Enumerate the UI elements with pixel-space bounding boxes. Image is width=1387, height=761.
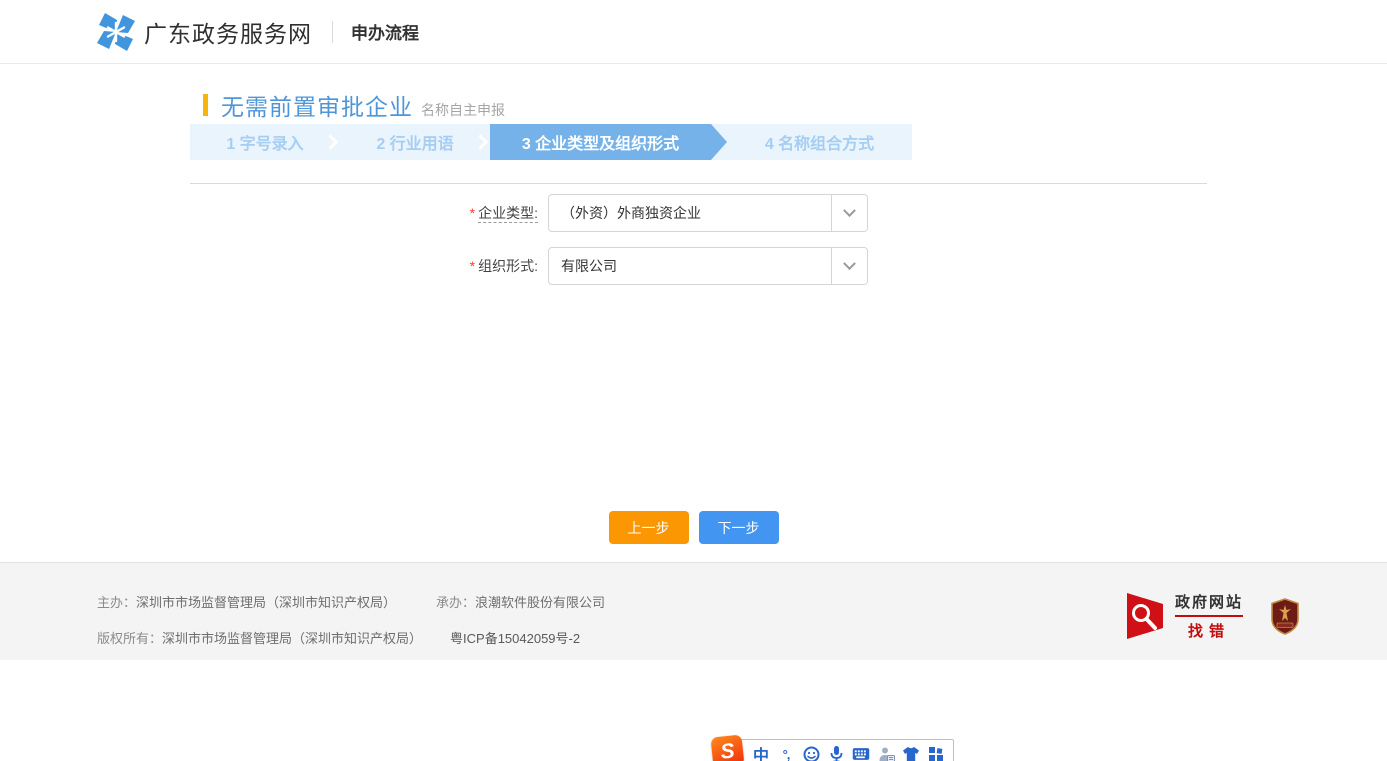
page-title: 无需前置审批企业 [221, 88, 413, 122]
undertake-label: 承办： [436, 595, 475, 610]
header: 广东政务服务网 申办流程 [0, 0, 1387, 64]
chevron-down-icon [843, 204, 856, 217]
required-asterisk: * [470, 258, 475, 274]
enterprise-type-select[interactable]: （外资）外商独资企业 [548, 194, 868, 232]
find-error-text: 政府网站 找错 [1175, 591, 1243, 641]
organization-form-select[interactable]: 有限公司 [548, 247, 868, 285]
skin-icon[interactable] [902, 745, 920, 761]
emoji-icon[interactable] [802, 745, 820, 761]
passthrough-icon[interactable] [877, 745, 895, 761]
footer-badges: 政府网站 找错 [1127, 591, 1299, 641]
step-wizard: 1 字号录入 2 行业用语 3 企业类型及组织形式 4 名称组合方式 [190, 124, 912, 160]
footer-line-1: 主办：深圳市市场监督管理局（深圳市知识产权局） 承办：浪潮软件股份有限公司 [97, 592, 605, 611]
previous-step-button[interactable]: 上一步 [609, 511, 689, 544]
site-logo-pinwheel-icon [96, 12, 136, 52]
punctuation-icon[interactable]: °, [777, 745, 795, 761]
title-accent-bar [203, 94, 208, 116]
icp-number: 粤ICP备15042059号-2 [450, 631, 580, 646]
step-3-label: 3 企业类型及组织形式 [522, 130, 679, 154]
sogou-logo-icon[interactable]: S [710, 734, 744, 761]
page-subtitle: 名称自主申报 [421, 100, 505, 120]
copyright-value: 深圳市市场监督管理局（深圳市知识产权局） [162, 631, 422, 646]
step-2-label: 2 行业用语 [376, 130, 453, 154]
enterprise-type-dropdown-button[interactable] [831, 195, 867, 231]
undertake-value: 浪潮软件股份有限公司 [475, 595, 605, 610]
ime-toolbar: S 中 °, [712, 736, 954, 761]
find-error-line1: 政府网站 [1175, 591, 1243, 617]
chinese-mode-icon[interactable]: 中 [752, 745, 770, 761]
chevron-down-icon [843, 257, 856, 270]
ime-toolbar-box: 中 °, [737, 739, 954, 761]
step-4-label: 4 名称组合方式 [765, 130, 874, 154]
organization-form-label: *组织形式: [448, 256, 538, 276]
copyright-label: 版权所有： [97, 631, 162, 646]
footer: 主办：深圳市市场监督管理局（深圳市知识产权局）承办：浪潮软件股份有限公司 版权所… [0, 562, 1387, 660]
step-3-qiyeleixing-active[interactable]: 3 企业类型及组织形式 [490, 124, 727, 160]
enterprise-type-label: *企业类型: [448, 203, 538, 223]
host-label: 主办： [97, 595, 136, 610]
form-row-enterprise-type: *企业类型: （外资）外商独资企业 [448, 194, 868, 232]
organization-form-value: 有限公司 [549, 248, 831, 284]
step-separator-chevron-icon [473, 134, 489, 150]
content-divider [190, 183, 1207, 184]
step-1-label: 1 字号录入 [226, 130, 303, 154]
form-row-organization-form: *组织形式: 有限公司 [448, 247, 868, 285]
step-2-hangye[interactable]: 2 行业用语 [340, 124, 490, 160]
toolbox-icon[interactable] [927, 745, 945, 761]
keyboard-icon[interactable] [852, 745, 870, 761]
required-asterisk: * [470, 205, 475, 221]
footer-line-2: 版权所有：深圳市市场监督管理局（深圳市知识产权局） 粤ICP备15042059号-… [97, 628, 580, 647]
wizard-buttons: 上一步 下一步 [0, 511, 1387, 544]
step-1-zihao[interactable]: 1 字号录入 [190, 124, 340, 160]
enterprise-type-value: （外资）外商独资企业 [549, 195, 831, 231]
nav-title: 申办流程 [351, 19, 419, 44]
find-error-flag-icon [1127, 592, 1167, 640]
next-step-button[interactable]: 下一步 [699, 511, 779, 544]
microphone-icon[interactable] [827, 745, 845, 761]
page-title-row: 无需前置审批企业 名称自主申报 [203, 88, 505, 122]
site-title: 广东政务服务网 [144, 15, 312, 49]
page: 广东政务服务网 申办流程 无需前置审批企业 名称自主申报 1 字号录入 2 行业… [0, 0, 1387, 761]
step-4-mingcheng[interactable]: 4 名称组合方式 [727, 124, 912, 160]
header-divider [332, 21, 333, 43]
gov-site-find-error-badge[interactable]: 政府网站 找错 [1127, 591, 1243, 641]
organization-form-dropdown-button[interactable] [831, 248, 867, 284]
host-value: 深圳市市场监督管理局（深圳市知识产权局） [136, 595, 396, 610]
step-separator-chevron-icon [323, 134, 339, 150]
find-error-line2: 找错 [1175, 620, 1243, 641]
security-shield-badge-icon[interactable] [1271, 598, 1299, 635]
